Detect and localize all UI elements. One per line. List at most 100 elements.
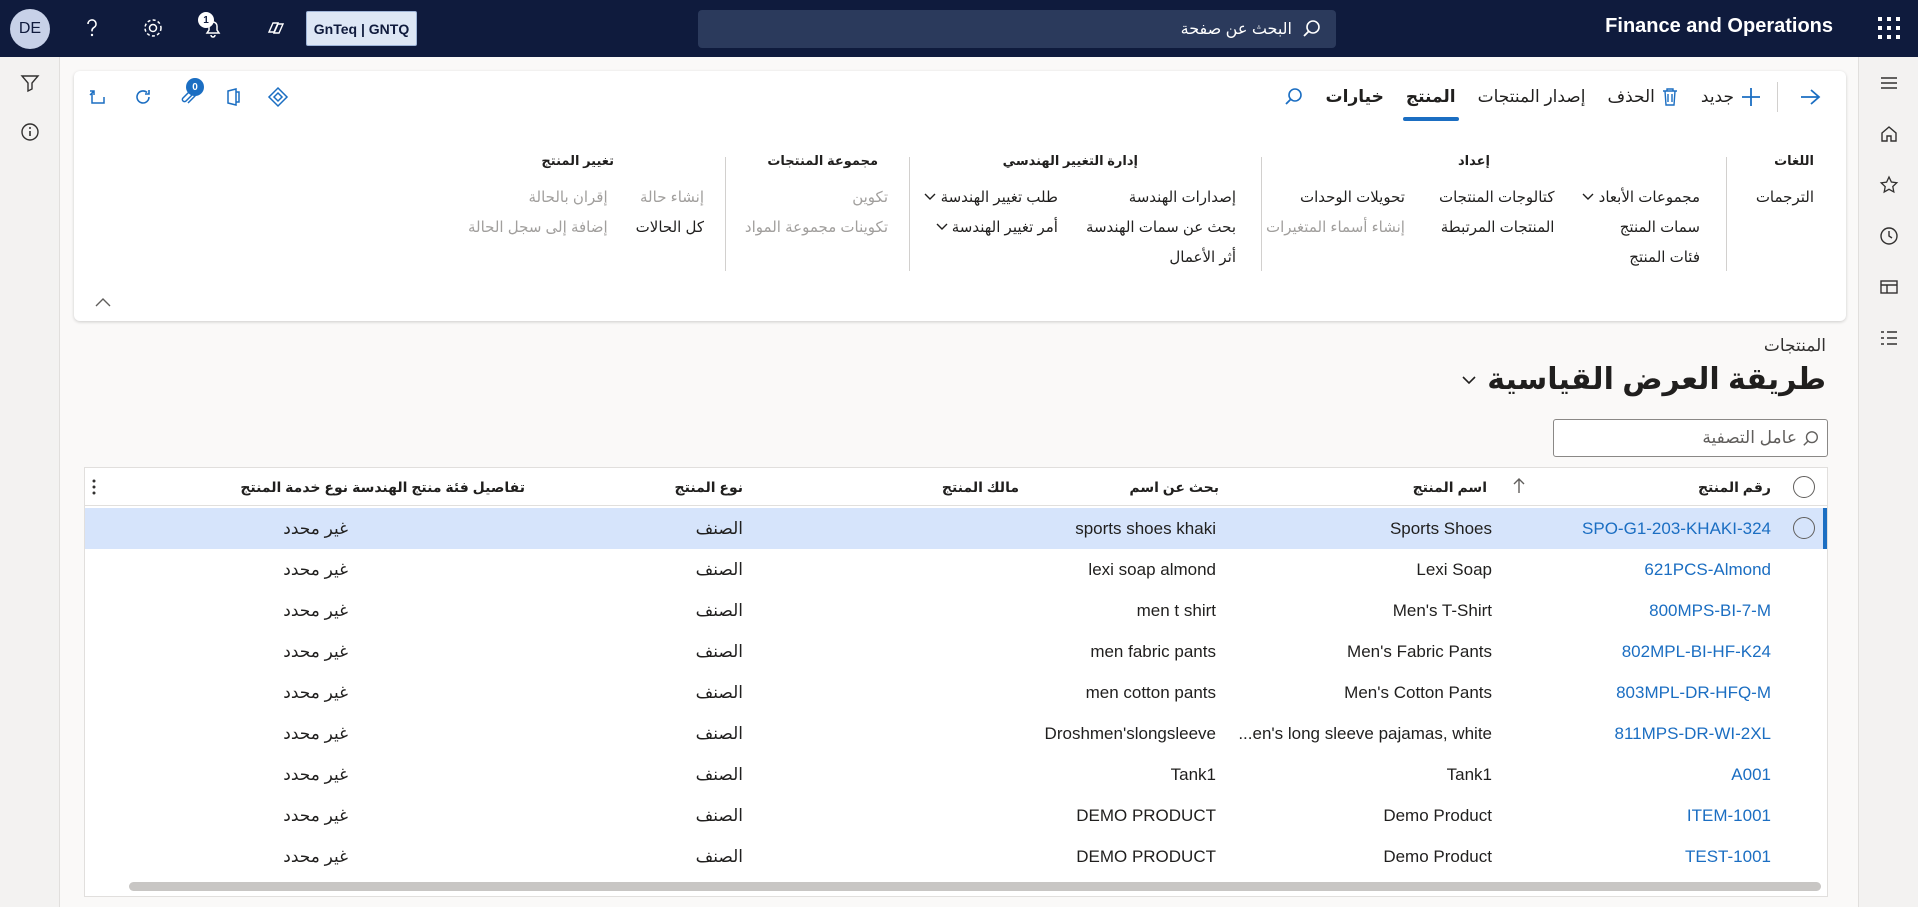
cell-product-number[interactable]: SPO-G1-203-KHAKI-324	[1511, 508, 1771, 549]
cell-service-type: غير محدد	[283, 806, 348, 825]
column-header-engineering-category[interactable]: تفاصيل فئة منتج الهندسة	[352, 468, 525, 506]
cell-product-number[interactable]: A001	[1511, 754, 1771, 795]
tab-options[interactable]: خيارات	[1315, 71, 1395, 123]
help-icon[interactable]	[78, 14, 106, 42]
copilot-icon[interactable]	[262, 14, 290, 42]
cell-product-owner	[819, 672, 1019, 713]
sort-ascending-arrow-icon[interactable]	[1513, 477, 1525, 498]
business-impact-button[interactable]: أثر الأعمال	[1086, 243, 1236, 273]
column-header-product-owner[interactable]: مالك المنتج	[942, 468, 1019, 506]
back-arrow-icon	[1801, 89, 1821, 105]
new-button[interactable]: جديد	[1690, 71, 1773, 123]
row-select-radio[interactable]	[1793, 517, 1815, 539]
horizontal-scrollbar[interactable]	[129, 882, 1821, 891]
bom-group-configurations-button[interactable]: تكوينات مجموعة المواد	[745, 213, 888, 243]
company-selector-button[interactable]: GnTeq | GNTQ	[306, 11, 417, 46]
attachments-paperclip-icon[interactable]: 0	[174, 78, 204, 111]
tab-product[interactable]: المنتج	[1395, 71, 1467, 123]
related-products-button[interactable]: المنتجات المرتبطة	[1439, 213, 1555, 243]
cell-search-name: DEMO PRODUCT	[1076, 806, 1216, 825]
table-row[interactable]: A001 Tank1 Tank1 الصنف غير محدد	[85, 754, 1827, 795]
engineering-versions-button[interactable]: إصدارات الهندسة	[1086, 183, 1236, 213]
table-row[interactable]: SPO-G1-203-KHAKI-324 Sports Shoes sports…	[85, 508, 1827, 549]
settings-gear-icon[interactable]	[139, 14, 167, 42]
engineering-change-order-button[interactable]: أمر تغيير الهندسة	[924, 213, 1058, 243]
create-case-button[interactable]: إنشاء حالة	[636, 183, 704, 213]
user-avatar[interactable]: DE	[10, 9, 50, 49]
separator	[909, 157, 910, 271]
product-categories-button[interactable]: فئات المنتج	[1582, 243, 1700, 273]
dimension-groups-button[interactable]: مجموعات الأبعاد	[1582, 183, 1700, 213]
cell-product-number[interactable]: 811MPS-DR-WI-2XL	[1511, 713, 1772, 754]
cell-product-number[interactable]: TEST-1001	[1511, 836, 1771, 877]
office-integration-icon[interactable]	[219, 83, 247, 111]
recent-clock-icon[interactable]	[1877, 224, 1901, 248]
table-row[interactable]: 621PCS-Almond Lexi Soap lexi soap almond…	[85, 549, 1827, 590]
table-row[interactable]: 802MPL-BI-HF-K24 Men's Fabric Pants men …	[85, 631, 1827, 672]
select-all-radio[interactable]	[1793, 476, 1815, 498]
refresh-icon[interactable]	[129, 83, 157, 111]
search-icon	[1303, 20, 1320, 37]
product-catalogs-button[interactable]: كتالوجات المنتجات	[1439, 183, 1555, 213]
collapse-ribbon-chevron-up-icon[interactable]	[94, 295, 111, 311]
product-attributes-button[interactable]: سمات المنتج	[1582, 213, 1700, 243]
back-arrow-button[interactable]	[1782, 71, 1832, 123]
page-subtitle: المنتجات	[1763, 336, 1826, 355]
workspaces-icon[interactable]	[1877, 275, 1901, 299]
configure-button[interactable]: تكوين	[745, 183, 888, 213]
column-header-service-type[interactable]: نوع خدمة المنتج	[240, 468, 348, 506]
table-row[interactable]: TEST-1001 Demo Product DEMO PRODUCT الصن…	[85, 836, 1827, 877]
cell-product-type: الصنف	[695, 765, 743, 784]
unit-conversions-button[interactable]: تحويلات الوحدات	[1266, 183, 1405, 213]
associate-with-case-button[interactable]: إقران بالحالة	[468, 183, 608, 213]
cell-engineering-category	[375, 672, 525, 713]
delete-button[interactable]: الحذف	[1596, 71, 1689, 123]
engineering-change-request-button[interactable]: طلب تغيير الهندسة	[924, 183, 1058, 213]
all-cases-button[interactable]: كل الحالات	[636, 213, 704, 243]
cell-product-type: الصنف	[695, 683, 743, 702]
filter-input[interactable]: عامل التصفية	[1553, 419, 1828, 457]
info-icon[interactable]	[18, 120, 42, 144]
cell-product-number[interactable]: 802MPL-BI-HF-K24	[1511, 631, 1771, 672]
column-header-product-number[interactable]: رقم المنتج	[1698, 468, 1771, 506]
hamburger-menu-icon[interactable]	[1877, 71, 1901, 95]
column-header-search-name[interactable]: بحث عن اسم	[1129, 468, 1219, 506]
group-title-setup: إعداد	[1458, 153, 1490, 168]
cell-search-name: men cotton pants	[1085, 683, 1216, 702]
add-to-case-log-button[interactable]: إضافة إلى سجل الحالة	[468, 213, 608, 243]
table-row[interactable]: 800MPS-BI-7-M Men's T-Shirt men t shirt …	[85, 590, 1827, 631]
tab-release-products[interactable]: إصدار المنتجات	[1467, 71, 1597, 123]
table-row[interactable]: 811MPS-DR-WI-2XL ...en's long sleeve paj…	[85, 713, 1827, 754]
separator	[1777, 82, 1778, 112]
top-navigation-bar: DE 1 GnTeq | GNTQ البحث عن صفحة Finance …	[0, 0, 1918, 57]
column-header-product-type[interactable]: نوع المنتج	[675, 468, 743, 506]
cell-product-owner	[819, 631, 1019, 672]
group-title-engineering: إدارة التغيير الهندسي	[1002, 153, 1138, 168]
home-icon[interactable]	[1877, 122, 1901, 146]
cell-product-type: الصنف	[695, 601, 743, 620]
ribbon-search-button[interactable]	[1267, 71, 1315, 123]
column-header-product-name[interactable]: اسم المنتج	[1413, 468, 1487, 506]
modules-list-icon[interactable]	[1877, 326, 1901, 350]
power-apps-diamond-icon[interactable]	[264, 83, 292, 111]
cell-product-name: Sports Shoes	[1389, 519, 1492, 538]
table-row[interactable]: ITEM-1001 Demo Product DEMO PRODUCT الصن…	[85, 795, 1827, 836]
table-row[interactable]: 803MPL-DR-HFQ-M Men's Cotton Pants men c…	[85, 672, 1827, 713]
app-launcher-waffle-icon[interactable]	[1878, 17, 1900, 39]
create-variant-names-button[interactable]: إنشاء أسماء المتغيرات	[1266, 213, 1405, 243]
search-engineering-attributes-button[interactable]: بحث عن سمات الهندسة	[1086, 213, 1236, 243]
cell-product-number[interactable]: 803MPL-DR-HFQ-M	[1511, 672, 1771, 713]
cell-product-number[interactable]: ITEM-1001	[1511, 795, 1771, 836]
favorites-star-icon[interactable]	[1877, 173, 1901, 197]
cell-engineering-category	[375, 713, 525, 754]
view-selector[interactable]: طريقة العرض القياسية	[1461, 362, 1826, 397]
open-in-new-window-icon[interactable]	[84, 83, 112, 111]
cell-search-name: Droshmen'slongsleeve	[1044, 724, 1216, 743]
cell-product-number[interactable]: 621PCS-Almond	[1511, 549, 1771, 590]
translations-button[interactable]: الترجمات	[1756, 183, 1814, 213]
filter-funnel-icon[interactable]	[18, 71, 42, 95]
page-search-input[interactable]: البحث عن صفحة	[698, 10, 1336, 48]
cell-product-type: الصنف	[695, 519, 743, 538]
cell-product-number[interactable]: 800MPS-BI-7-M	[1511, 590, 1771, 631]
grid-options-more-icon[interactable]	[91, 478, 97, 499]
